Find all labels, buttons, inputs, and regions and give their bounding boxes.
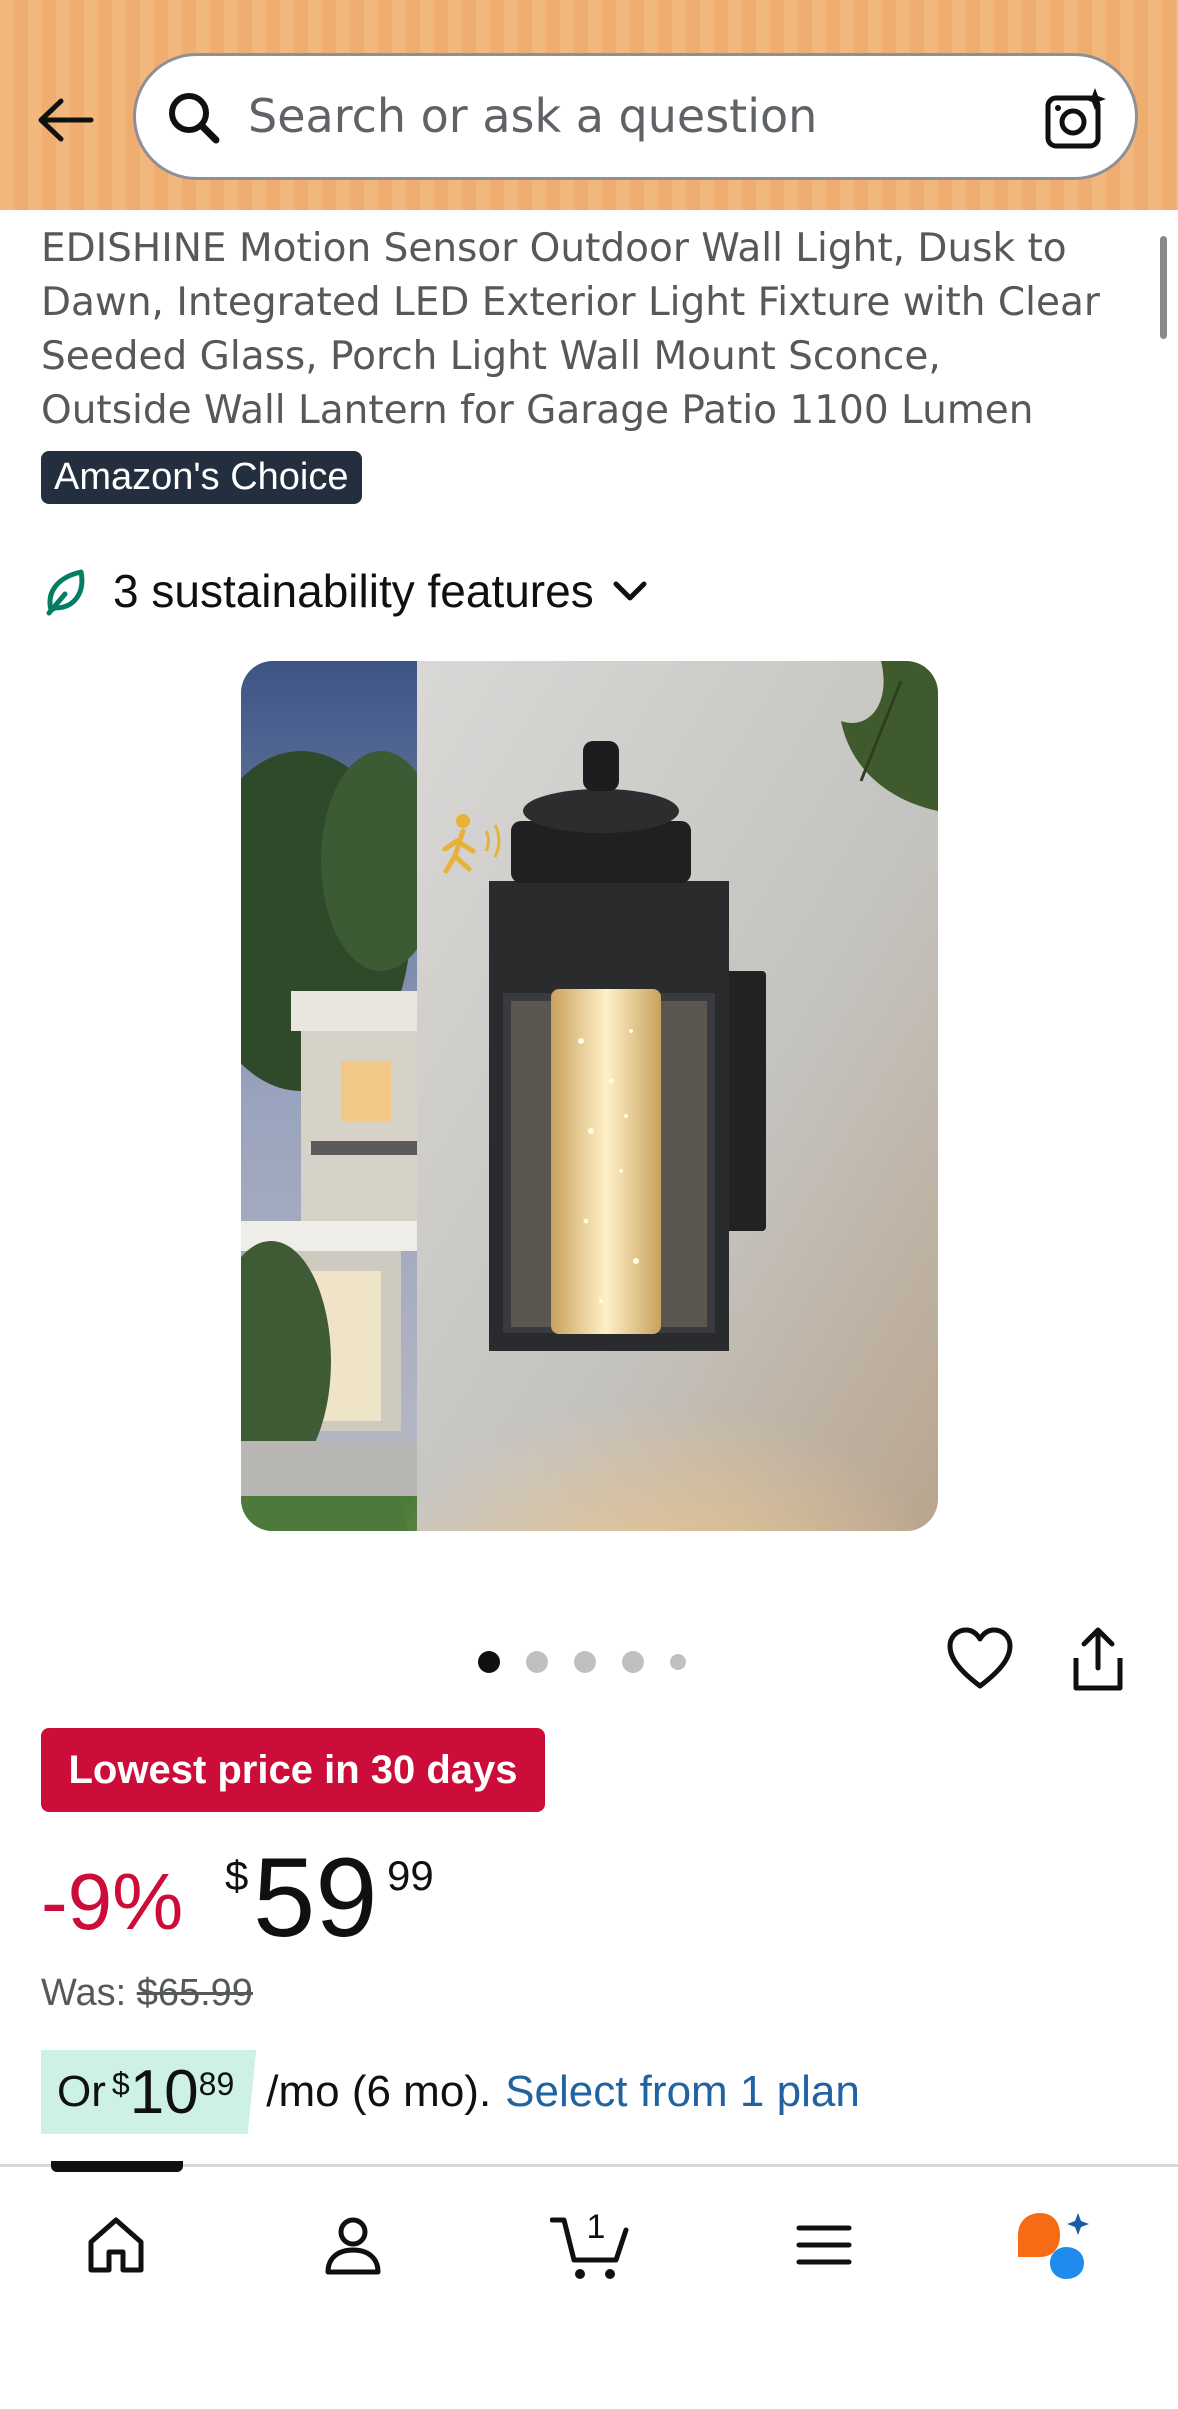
amazons-choice-badge[interactable]: Amazon's Choice [41, 451, 362, 504]
carousel-dot[interactable] [526, 1651, 548, 1673]
leaf-icon [46, 569, 85, 616]
home-icon [88, 2217, 144, 2273]
installment-highlight: Or $ 10 89 [41, 2050, 257, 2134]
price-fraction: 99 [387, 1852, 434, 1899]
installment-row: Or $ 10 89 /mo (6 mo). Select from 1 pla… [41, 2050, 860, 2134]
sustainability-label: 3 sustainability features [113, 565, 594, 617]
cart-icon: 1 [550, 2208, 629, 2279]
heart-icon[interactable] [946, 1626, 1014, 1694]
search-input[interactable]: Search or ask a question [133, 53, 1138, 180]
nav-menu[interactable] [784, 2205, 864, 2285]
select-plan-link[interactable]: Select from 1 plan [505, 2067, 860, 2117]
product-title[interactable]: EDISHINE Motion Sensor Outdoor Wall Ligh… [41, 222, 1101, 438]
installment-whole: 10 [129, 2057, 199, 2127]
search-icon [169, 93, 220, 144]
carousel-dot[interactable] [574, 1651, 596, 1673]
back-button[interactable] [30, 85, 100, 155]
nav-home[interactable] [76, 2205, 156, 2285]
nav-rufus[interactable] [1014, 2205, 1094, 2285]
carousel-dot[interactable] [478, 1651, 500, 1673]
active-tab-indicator [51, 2161, 183, 2172]
installment-currency: $ [111, 2066, 130, 2102]
discount-percent: -9% [41, 1857, 184, 1946]
price-currency: $ [225, 1852, 249, 1899]
wall-lantern-photo [241, 661, 938, 1531]
was-price: Was: $65.99 [41, 1972, 253, 2015]
carousel-dot[interactable] [670, 1654, 686, 1670]
camera-lens-icon[interactable] [1043, 86, 1109, 152]
nav-cart[interactable]: 1 [548, 2205, 638, 2285]
search-placeholder: Search or ask a question [248, 89, 818, 143]
product-image[interactable] [241, 661, 938, 1531]
back-arrow-icon [38, 98, 94, 142]
deal-badge: Lowest price in 30 days [41, 1728, 545, 1812]
scrollbar[interactable] [1160, 236, 1167, 339]
sustainability-features-toggle[interactable]: 3 sustainability features [41, 556, 650, 626]
menu-icon [796, 2225, 852, 2265]
installment-fraction: 89 [198, 2066, 235, 2102]
bottom-navigation: 1 [0, 2161, 1178, 2409]
carousel-dot[interactable] [622, 1651, 644, 1673]
chevron-down-icon [613, 581, 647, 601]
was-label: Was: [41, 1972, 127, 2014]
nav-account[interactable] [313, 2205, 393, 2285]
price-whole: 59 [253, 1835, 378, 1960]
installment-terms: /mo (6 mo). [266, 2067, 492, 2116]
account-icon [325, 2217, 381, 2275]
image-carousel-dots[interactable] [478, 1647, 686, 1677]
was-value: $65.99 [136, 1972, 253, 2014]
rufus-icon [1018, 2213, 1089, 2279]
top-header: Search or ask a question [0, 0, 1178, 210]
installment-or: Or [57, 2067, 106, 2116]
cart-count: 1 [587, 2208, 606, 2246]
share-icon[interactable] [1068, 1626, 1128, 1694]
